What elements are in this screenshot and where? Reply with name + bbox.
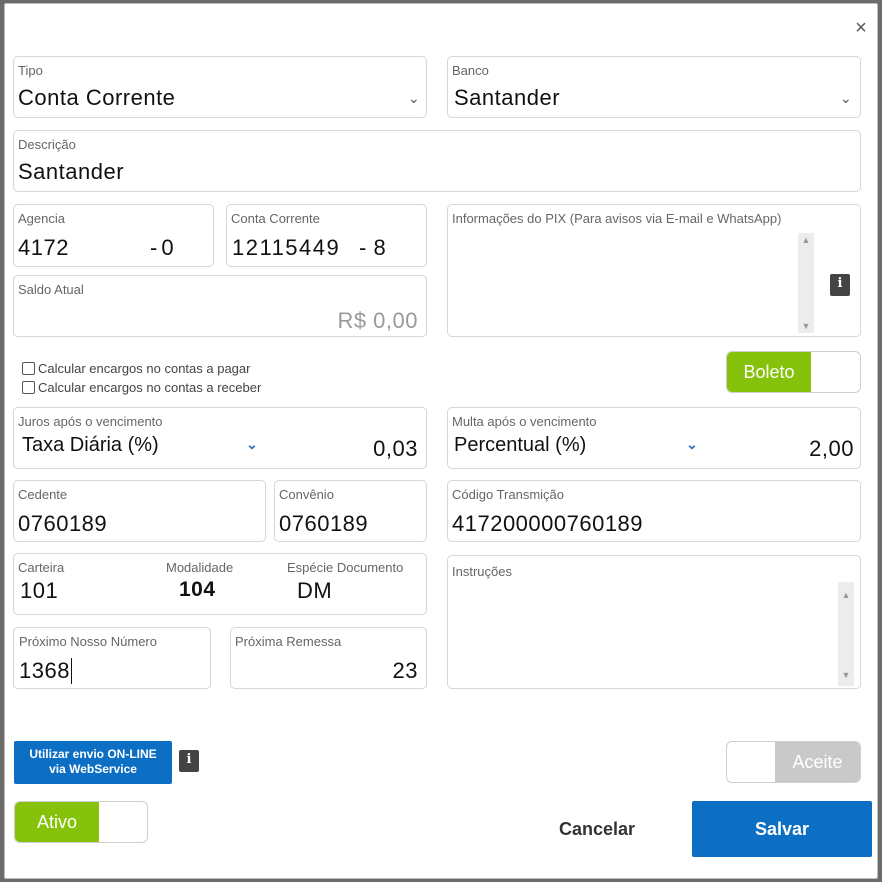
checkbox-encargos-pagar[interactable]: Calcular encargos no contas a pagar (22, 361, 250, 376)
checkbox-encargos-receber[interactable]: Calcular encargos no contas a receber (22, 380, 261, 395)
descricao-label: Descrição (18, 137, 76, 152)
chevron-down-icon[interactable]: ⌄ (246, 436, 258, 453)
save-button[interactable]: Salvar (692, 801, 872, 857)
cancel-button[interactable]: Cancelar (537, 811, 657, 847)
scroll-down-icon[interactable]: ▼ (838, 670, 854, 680)
close-icon[interactable]: × (849, 16, 873, 40)
especie-label: Espécie Documento (287, 560, 404, 575)
instrucoes-textarea[interactable]: Instruções ▲ ▼ (447, 555, 861, 689)
info-icon[interactable]: i (830, 274, 850, 296)
saldo-atual-label: Saldo Atual (18, 282, 84, 297)
proximo-nosso-numero-field[interactable]: Próximo Nosso Número 1368 (13, 627, 211, 689)
boleto-toggle[interactable]: Boleto (726, 351, 861, 393)
cedente-field[interactable]: Cedente 0760189 (13, 480, 266, 542)
aceite-toggle[interactable]: Aceite (726, 741, 861, 783)
checkbox-box[interactable] (22, 381, 35, 394)
convenio-label: Convênio (279, 487, 334, 502)
instrucoes-scrollbar[interactable]: ▲ ▼ (838, 582, 854, 686)
conta-corrente-digit: - 8 (359, 235, 387, 260)
proxima-remessa-label: Próxima Remessa (235, 634, 342, 649)
tipo-select[interactable]: Tipo Conta Corrente ⌄ (13, 56, 427, 118)
agencia-label: Agencia (18, 211, 65, 226)
checkbox-label: Calcular encargos no contas a receber (38, 380, 262, 395)
chevron-down-icon: ⌄ (408, 90, 420, 106)
conta-corrente-label: Conta Corrente (231, 211, 320, 226)
saldo-atual-field: Saldo Atual R$ 0,00 (13, 275, 427, 337)
codigo-transmissao-field[interactable]: Código Transmição 417200000760189 (447, 480, 861, 542)
tipo-label: Tipo (18, 63, 43, 78)
pix-textarea[interactable]: Informações do PIX (Para avisos via E-ma… (447, 204, 861, 337)
chevron-down-icon: ⌄ (840, 90, 852, 106)
especie-value[interactable]: DM (297, 578, 332, 604)
banco-value: Santander (454, 85, 561, 110)
multa-type[interactable]: Percentual (%) (454, 434, 586, 457)
codigo-transmissao-value: 417200000760189 (452, 511, 644, 536)
juros-type[interactable]: Taxa Diária (%) (22, 434, 159, 457)
multa-label: Multa após o vencimento (452, 414, 597, 429)
saldo-atual-value: R$ 0,00 (337, 308, 418, 333)
chevron-down-icon[interactable]: ⌄ (686, 436, 698, 453)
cedente-value: 0760189 (18, 511, 108, 536)
ativo-toggle[interactable]: Ativo (14, 801, 148, 843)
modalidade-value[interactable]: 104 (179, 578, 216, 602)
ativo-toggle-label: Ativo (15, 802, 99, 842)
aceite-toggle-label: Aceite (775, 742, 860, 782)
carteira-label: Carteira (18, 560, 65, 575)
pix-label: Informações do PIX (Para avisos via E-ma… (452, 211, 782, 226)
tipo-value: Conta Corrente (18, 85, 176, 110)
webservice-button-line2: via WebService (49, 762, 137, 776)
juros-value: 0,03 (373, 436, 418, 461)
bank-account-dialog: × Tipo Conta Corrente ⌄ Banco Santander … (4, 3, 878, 879)
webservice-button-line1: Utilizar envio ON-LINE (29, 747, 157, 761)
proximo-nosso-numero-value[interactable]: 1368 (19, 658, 72, 684)
proximo-nosso-numero-label: Próximo Nosso Número (19, 634, 157, 649)
agencia-digit: -0 (150, 235, 178, 260)
proxima-remessa-value: 23 (392, 658, 418, 683)
juros-field[interactable]: Juros após o vencimento Taxa Diária (%) … (13, 407, 427, 469)
webservice-button[interactable]: Utilizar envio ON-LINE via WebService (14, 741, 172, 784)
checkbox-box[interactable] (22, 362, 35, 375)
scroll-up-icon[interactable]: ▲ (838, 590, 854, 600)
agencia-field[interactable]: Agencia 4172 -0 (13, 204, 214, 267)
instrucoes-label: Instruções (452, 564, 512, 579)
juros-label: Juros após o vencimento (18, 414, 163, 429)
pix-scrollbar[interactable]: ▲ ▼ (798, 233, 814, 333)
agencia-number: 4172 (18, 235, 69, 260)
multa-field[interactable]: Multa após o vencimento Percentual (%) ⌄… (447, 407, 861, 469)
carteira-group: Carteira 101 Modalidade 104 Espécie Docu… (13, 553, 427, 615)
conta-corrente-field[interactable]: Conta Corrente 12115449 - 8 (226, 204, 427, 267)
carteira-value[interactable]: 101 (20, 578, 58, 604)
modalidade-label: Modalidade (166, 560, 234, 575)
codigo-transmissao-label: Código Transmição (452, 487, 564, 502)
convenio-value: 0760189 (279, 511, 369, 536)
proxima-remessa-field[interactable]: Próxima Remessa 23 (230, 627, 427, 689)
checkbox-label: Calcular encargos no contas a pagar (38, 361, 251, 376)
scroll-down-icon[interactable]: ▼ (798, 321, 814, 331)
boleto-toggle-label: Boleto (727, 352, 811, 392)
info-icon[interactable]: i (179, 750, 199, 772)
banco-select[interactable]: Banco Santander ⌄ (447, 56, 861, 118)
banco-label: Banco (452, 63, 489, 78)
cedente-label: Cedente (18, 487, 68, 502)
convenio-field[interactable]: Convênio 0760189 (274, 480, 427, 542)
descricao-field[interactable]: Descrição Santander (13, 130, 861, 192)
multa-value: 2,00 (809, 436, 854, 461)
scroll-up-icon[interactable]: ▲ (798, 235, 814, 245)
descricao-value: Santander (18, 159, 125, 184)
conta-corrente-number: 12115449 (232, 235, 341, 260)
